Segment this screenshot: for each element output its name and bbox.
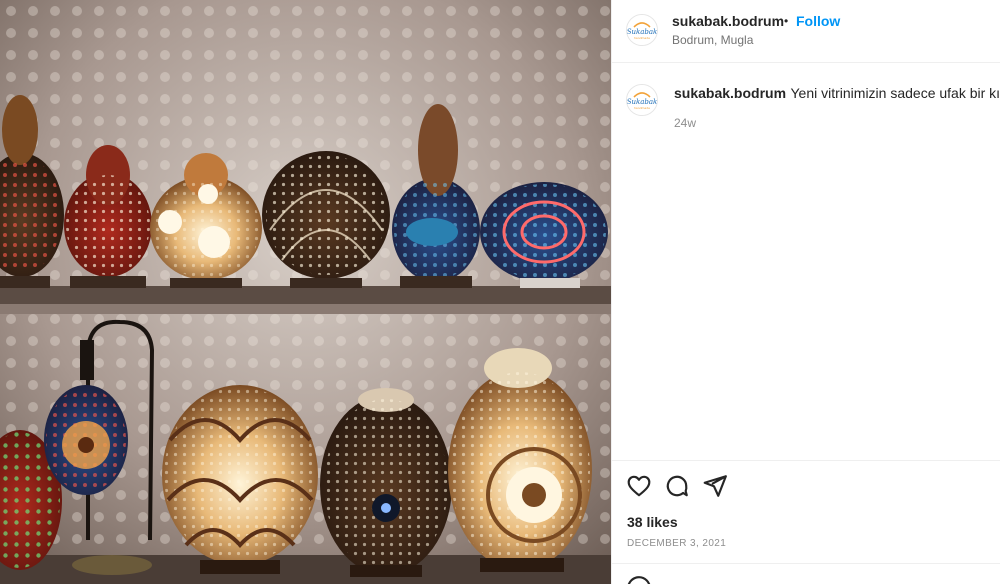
like-button[interactable] xyxy=(626,473,652,499)
svg-text:handmade: handmade xyxy=(634,106,650,110)
caption-username-link[interactable]: sukabak.bodrum xyxy=(674,85,786,101)
post-age[interactable]: 24w xyxy=(674,116,696,130)
svg-text:Sukabak: Sukabak xyxy=(627,98,657,106)
brand-logo-icon: Sukabak handmade xyxy=(627,15,657,45)
post-actions: 38 likes DECEMBER 3, 2021 xyxy=(612,460,1000,563)
post-header: Sukabak handmade sukabak.bodrum • Follow… xyxy=(612,0,1000,63)
follow-button[interactable]: Follow xyxy=(796,13,840,29)
svg-text:handmade: handmade xyxy=(634,36,650,40)
comment-icon xyxy=(666,475,688,497)
caption-avatar[interactable]: Sukabak handmade xyxy=(626,84,658,116)
avatar[interactable]: Sukabak handmade xyxy=(626,14,658,46)
comment-button[interactable] xyxy=(664,473,690,499)
heart-icon xyxy=(627,475,651,497)
add-comment-bar[interactable] xyxy=(612,563,1000,584)
share-button[interactable] xyxy=(702,473,728,499)
location-link[interactable]: Bodrum, Mugla xyxy=(672,33,753,47)
caption-block: Sukabak handmade sukabak.bodrum Yeni vit… xyxy=(612,63,1000,143)
share-icon xyxy=(703,475,727,497)
post-date: DECEMBER 3, 2021 xyxy=(627,538,727,549)
gourd-lamps-photo xyxy=(0,0,611,584)
likes-count[interactable]: 38 likes xyxy=(627,514,678,530)
separator-dot: • xyxy=(784,14,789,28)
brand-logo-icon: Sukabak handmade xyxy=(627,85,657,115)
post-image[interactable] xyxy=(0,0,611,584)
svg-text:Sukabak: Sukabak xyxy=(627,28,657,36)
emoji-icon[interactable] xyxy=(626,575,652,584)
caption-text: Yeni vitrinimizin sadece ufak bir kısm xyxy=(790,85,1000,101)
post-details-panel: Sukabak handmade sukabak.bodrum • Follow… xyxy=(611,0,1000,584)
username-link[interactable]: sukabak.bodrum xyxy=(672,13,784,29)
